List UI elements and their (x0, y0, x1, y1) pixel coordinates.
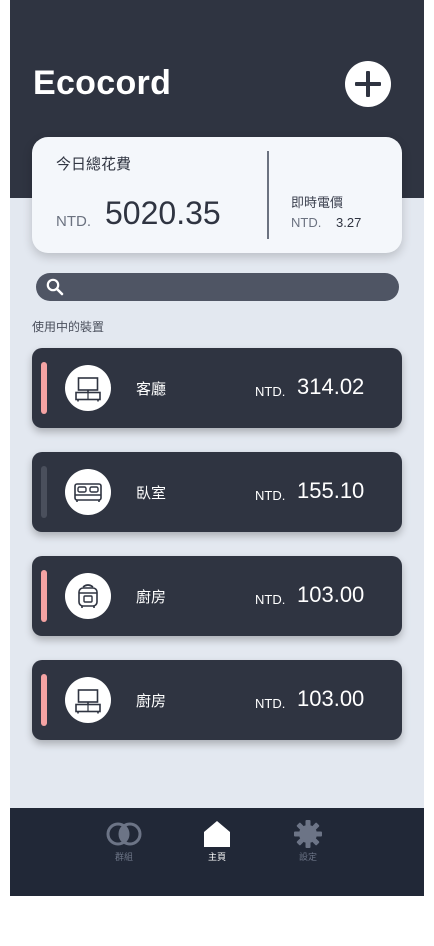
tab-label: 設定 (298, 852, 317, 862)
tv-cabinet-icon (65, 677, 111, 723)
device-name: 廚房 (136, 589, 167, 606)
status-indicator (41, 570, 47, 622)
device-currency: NTD. (255, 592, 286, 607)
device-name: 客廳 (136, 381, 167, 398)
device-currency: NTD. (255, 696, 286, 711)
group-rings-icon (106, 822, 142, 846)
device-cost: 155.10 (297, 478, 365, 503)
app-title: Ecocord (33, 64, 172, 102)
add-device-button[interactable] (345, 61, 391, 107)
gear-icon (294, 820, 322, 848)
bed-icon (65, 469, 111, 515)
device-name: 臥室 (136, 485, 167, 502)
status-indicator (41, 362, 47, 414)
device-cost: 314.02 (297, 374, 365, 399)
device-cost: 103.00 (297, 686, 365, 711)
status-indicator (41, 674, 47, 726)
search-icon (46, 278, 64, 296)
device-card-kitchen[interactable]: 廚房 NTD. 103.00 (32, 556, 402, 636)
search-bar[interactable] (36, 273, 399, 301)
total-cost-amount: 5020.35 (105, 195, 221, 231)
tv-cabinet-icon (65, 365, 111, 411)
tab-label: 群組 (114, 852, 133, 862)
device-card-living-room[interactable]: 客廳 NTD. 314.02 (32, 348, 402, 428)
plus-icon (355, 71, 381, 97)
device-name: 廚房 (136, 693, 167, 710)
app-screen: Ecocord 今日總花費 NTD. 5020.35 即時電價 NTD. 3.2… (10, 0, 424, 896)
device-card-bedroom[interactable]: 臥室 NTD. 155.10 (32, 452, 402, 532)
realtime-price-title: 即時電價 (291, 195, 344, 210)
total-cost-currency: NTD. (56, 213, 91, 230)
device-cost: 103.00 (297, 582, 365, 607)
total-cost-card: 今日總花費 NTD. 5020.35 即時電價 NTD. 3.27 (32, 137, 402, 253)
tab-home[interactable]: 主頁 (187, 820, 247, 880)
home-icon (204, 821, 230, 847)
device-currency: NTD. (255, 488, 286, 503)
device-card-kitchen-2[interactable]: 廚房 NTD. 103.00 (32, 660, 402, 740)
card-divider (267, 151, 269, 239)
bottom-tab-bar: 群組 主頁 設定 (10, 808, 424, 896)
status-indicator (41, 466, 47, 518)
section-label-active-devices: 使用中的裝置 (32, 320, 105, 334)
tab-group[interactable]: 群組 (94, 820, 154, 880)
realtime-price-value: 3.27 (336, 215, 362, 230)
tab-label: 主頁 (207, 852, 226, 862)
rice-cooker-icon (65, 573, 111, 619)
total-cost-title: 今日總花費 (56, 156, 132, 173)
device-currency: NTD. (255, 384, 286, 399)
realtime-price-currency: NTD. (291, 215, 322, 230)
tab-settings[interactable]: 設定 (278, 820, 338, 880)
